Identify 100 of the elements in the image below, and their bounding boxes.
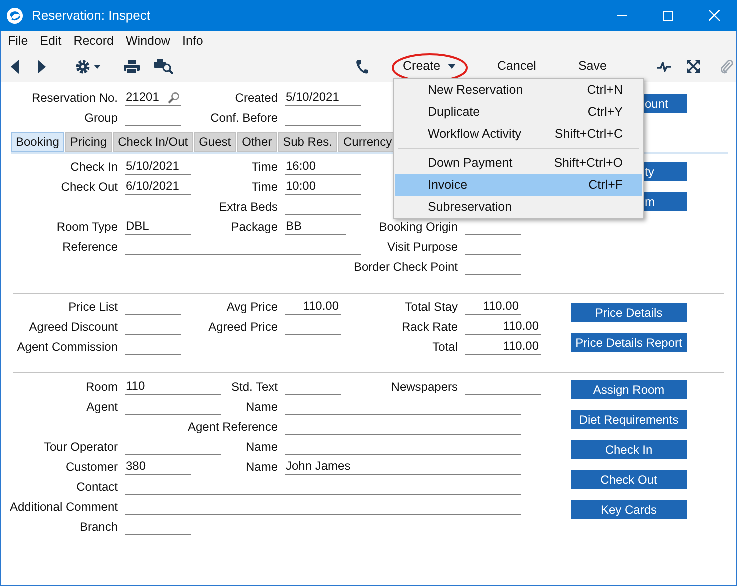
menu-item[interactable]: Workflow Activity Shift+Ctrl+C [395,123,642,145]
input-field[interactable]: 6/10/2021 [125,179,191,195]
field-label: Check Out [61,179,118,196]
field-label: Additional Comment [10,499,118,516]
action-button[interactable]: Price Details [571,303,687,322]
field-label: Reservation No. [32,90,118,107]
printer-icon[interactable] [124,60,140,74]
caret-icon [448,64,456,69]
tab[interactable]: Other [237,132,278,152]
forward-arrow-icon[interactable] [38,60,46,74]
action-button[interactable]: ty [644,162,687,181]
input-field[interactable]: 380 [125,459,191,475]
action-button[interactable]: Price Details Report [571,333,687,352]
action-button[interactable]: ount [644,94,687,113]
field-label: Total [432,339,458,356]
field-label: Package [231,219,278,236]
input-field[interactable]: 5/10/2021 [285,90,361,106]
action-button[interactable]: Check Out [571,470,687,489]
input-field[interactable]: DBL [125,219,191,235]
field-label: Newspapers [391,379,458,396]
field-label: Reference [62,239,118,256]
input-field[interactable]: 21201 [125,90,181,106]
minimize-icon [617,15,627,16]
maximize-icon [663,10,673,20]
back-arrow-icon[interactable] [11,60,19,74]
field-label: Created [235,90,278,107]
field-label: Agent [86,399,118,416]
shortcut-label: Ctrl+F [588,176,623,194]
action-button[interactable]: m [644,192,687,211]
menu-item[interactable]: Down Payment Shift+Ctrl+O [395,152,642,174]
field-label: Customer [66,459,118,476]
input-field[interactable]: 110.00 [465,299,521,315]
tab[interactable]: Sub Res. [278,132,338,152]
field-label: Agreed Price [208,319,278,336]
menu-item[interactable]: File [3,32,34,50]
shortcut-label: Ctrl+Y [588,104,623,121]
input-field[interactable]: BB [285,219,346,235]
menu-item[interactable]: Edit [35,32,67,50]
expand-icon[interactable] [686,60,700,73]
gear-icon[interactable] [75,58,103,74]
field-label: Agent Commission [17,339,118,356]
toolbar-button[interactable]: Cancel [492,54,542,78]
field-label: Check In [70,159,118,176]
input-field[interactable]: John James [285,459,521,475]
tab[interactable]: Pricing [65,132,112,152]
tab[interactable]: Check In/Out [113,132,194,152]
input-field[interactable]: 110.00 [465,339,541,355]
input-field[interactable]: 16:00 [285,159,361,175]
field-label: Extra Beds [219,199,278,216]
field-label: Name [246,459,278,476]
field-label: Price List [68,299,118,316]
shortcut-label: Shift+Ctrl+O [554,154,623,172]
input-field[interactable]: 10:00 [285,179,361,195]
field-label: Avg Price [226,299,278,316]
paperclip-icon[interactable] [720,58,733,75]
action-button[interactable]: Key Cards [571,500,687,519]
activity-icon[interactable] [656,62,671,72]
field-label: Total Stay [405,299,458,316]
field-label: Tour Operator [44,439,118,456]
toolbar-button[interactable]: Save [572,54,613,78]
window-title: Reservation: Inspect [32,6,151,25]
action-button[interactable]: Diet Requirements [571,410,687,429]
menu-item[interactable]: New Reservation Ctrl+N [395,79,642,101]
shortcut-label: Ctrl+N [587,82,623,99]
field-label: Time [252,179,278,196]
menu-item[interactable]: Invoice Ctrl+F [395,174,642,196]
field-label: Booking Origin [379,219,458,236]
field-label: Rack Rate [402,319,458,336]
input-field[interactable]: 5/10/2021 [125,159,191,175]
input-field[interactable]: 110.00 [285,299,341,315]
field-label: Time [252,159,278,176]
menu-item[interactable]: Duplicate Ctrl+Y [395,101,642,123]
field-label: Agreed Discount [29,319,118,336]
field-label: Visit Purpose [388,239,458,256]
action-button[interactable]: Assign Room [571,380,687,399]
field-label: Branch [80,519,118,536]
field-label: Room Type [56,219,118,236]
search-icon[interactable] [168,92,180,104]
close-icon [708,10,720,21]
field-label: Std. Text [232,379,278,396]
field-label: Group [84,110,118,127]
field-label: Name [246,399,278,416]
field-label: Agent Reference [188,419,278,436]
input-field[interactable]: 110.00 [465,319,541,335]
field-label: Border Check Point [354,259,458,276]
field-label: Conf. Before [210,110,278,127]
shortcut-label: Shift+Ctrl+C [554,126,623,143]
field-label: Room [86,379,118,396]
input-field[interactable]: 110 [125,379,221,395]
menu-item[interactable]: Info [177,32,208,50]
tab[interactable]: Booking [11,132,64,152]
phone-icon[interactable] [356,58,368,74]
menu-item[interactable]: Window [121,32,176,50]
tab[interactable]: Guest [194,132,236,152]
field-label: Contact [76,479,118,496]
menu-item[interactable]: Record [68,32,119,50]
menu-item[interactable]: Subreservation [395,196,642,218]
action-button[interactable]: Check In [571,440,687,459]
app-logo-icon [6,6,24,24]
print-preview-icon[interactable] [154,59,174,74]
